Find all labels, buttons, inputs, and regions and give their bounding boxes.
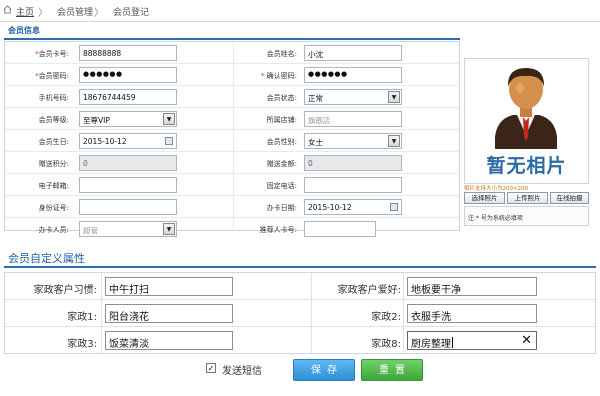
form-row: 电子邮箱: 固定电话: <box>5 174 459 196</box>
custom-attributes-title: 会员自定义属性 <box>8 252 85 265</box>
reset-button[interactable]: 重置 <box>361 359 423 381</box>
member-info-title: 会员信息 <box>8 26 40 35</box>
confirm-password-label: * 确认密码: <box>260 72 297 80</box>
close-icon[interactable]: ✕ <box>521 333 532 348</box>
chevron-down-icon: ▼ <box>163 113 175 125</box>
chevron-down-icon: ▼ <box>388 91 400 103</box>
bonus-points-label: 赠送积分: <box>38 160 69 168</box>
avatar-placeholder-icon <box>495 68 557 149</box>
custom-label: 家政客户爱好: <box>337 285 401 296</box>
form-row: 办卡人员: 超管 ▼ 推荐人卡号: <box>5 218 459 240</box>
id-number-label: 身份证号: <box>38 204 69 212</box>
breadcrumb-member-register: 会员登记 <box>113 8 150 18</box>
card-date-label: 办卡日期: <box>266 204 297 212</box>
custom-housekeeping1-input[interactable]: 阳台浇花 <box>105 304 233 323</box>
chevron-down-icon: ▼ <box>388 135 400 147</box>
custom-label: 家政客户习惯: <box>33 285 97 296</box>
card-date-input[interactable]: 2015-10-12 <box>304 199 402 215</box>
password-input[interactable]: ●●●●●● <box>79 67 177 83</box>
home-icon <box>3 5 12 14</box>
id-number-input[interactable] <box>79 199 177 215</box>
section-divider <box>4 266 596 268</box>
member-level-select[interactable]: 至尊VIP ▼ <box>79 111 177 127</box>
card-number-label: *会员卡号: <box>35 50 69 58</box>
calendar-icon[interactable] <box>165 137 173 145</box>
custom-row: 家政1: 阳台浇花 家政2: 衣服手洗 <box>5 300 595 327</box>
custom-label: 家政8: <box>371 339 401 350</box>
form-row: 赠送积分: 0 赠送金额: 0 <box>5 152 459 174</box>
breadcrumb-home[interactable]: 主页 <box>16 5 34 18</box>
email-label: 电子邮箱: <box>38 182 69 190</box>
store-label: 所属店铺: <box>266 116 297 124</box>
custom-label: 家政2: <box>371 312 401 323</box>
member-name-input[interactable]: 小沈 <box>304 45 402 61</box>
birthday-label: 会员生日: <box>38 138 69 146</box>
member-level-label: 会员等级: <box>38 116 69 124</box>
bonus-amount-input: 0 <box>304 155 402 171</box>
password-label: *会员密码: <box>35 72 69 80</box>
referrer-input[interactable] <box>304 221 376 237</box>
no-photo-label: 暂无相片 <box>486 155 567 177</box>
breadcrumb-separator: 〉 <box>94 8 104 19</box>
gender-label: 会员性别: <box>266 138 297 146</box>
bonus-amount-label: 赠送金额: <box>266 160 297 168</box>
photo-size-note: 相片支持大小为200×200 <box>464 186 529 192</box>
breadcrumb: 主页 〉 会员管理 〉 会员登记 <box>0 0 600 22</box>
section-divider <box>4 38 460 40</box>
email-input[interactable] <box>79 177 177 193</box>
form-row: *会员密码: ●●●●●● * 确认密码: ●●●●●● <box>5 64 459 86</box>
select-photo-button[interactable]: 选择照片 <box>464 192 505 204</box>
upload-photo-button[interactable]: 上传照片 <box>507 192 548 204</box>
camera-capture-button[interactable]: 在线拍摄 <box>550 192 589 204</box>
member-photo: 暂无相片 <box>464 58 589 184</box>
custom-housekeeping8-input[interactable]: 厨房整理 ✕ <box>407 331 537 350</box>
custom-housekeeping3-input[interactable]: 饭菜清淡 <box>105 331 233 350</box>
phone-input[interactable]: 18676744459 <box>79 89 177 105</box>
text-caret <box>452 337 453 348</box>
chevron-down-icon: ▼ <box>163 223 175 235</box>
member-status-label: 会员状态: <box>266 94 297 102</box>
birthday-date-input[interactable]: 2015-10-12 <box>79 133 177 149</box>
store-input[interactable]: 旗舰店 <box>304 111 402 127</box>
save-button[interactable]: 保存 <box>293 359 355 381</box>
phone-label: 手机号码: <box>38 94 69 102</box>
custom-habit-input[interactable]: 中午打扫 <box>105 277 233 296</box>
member-status-select[interactable]: 正常 ▼ <box>304 89 402 105</box>
custom-row: 家政3: 饭菜清淡 家政8: 厨房整理 ✕ <box>5 327 595 354</box>
form-row: 会员生日: 2015-10-12 会员性别: 女士 ▼ <box>5 130 459 152</box>
landline-input[interactable] <box>304 177 402 193</box>
referrer-label: 推荐人卡号: <box>259 226 297 234</box>
calendar-icon[interactable] <box>390 203 398 211</box>
required-field-note: 注:* 号为系统必填项 <box>464 206 589 226</box>
confirm-password-input[interactable]: ●●●●●● <box>304 67 402 83</box>
form-row: 手机号码: 18676744459 会员状态: 正常 ▼ <box>5 86 459 108</box>
send-sms-label: 发送短信 <box>222 366 262 377</box>
form-row: 身份证号: 办卡日期: 2015-10-12 <box>5 196 459 218</box>
custom-label: 家政1: <box>67 312 97 323</box>
gender-select[interactable]: 女士 ▼ <box>304 133 402 149</box>
breadcrumb-separator: 〉 <box>38 8 48 19</box>
custom-row: 家政客户习惯: 中午打扫 家政客户爱好: 地板要干净 <box>5 273 595 300</box>
member-name-label: 会员姓名: <box>266 50 297 58</box>
custom-hobby-input[interactable]: 地板要干净 <box>407 277 537 296</box>
landline-label: 固定电话: <box>266 182 297 190</box>
breadcrumb-member-management[interactable]: 会员管理 <box>57 5 93 18</box>
staff-label: 办卡人员: <box>38 226 69 234</box>
custom-housekeeping2-input[interactable]: 衣服手洗 <box>407 304 537 323</box>
custom-attributes-table: 家政客户习惯: 中午打扫 家政客户爱好: 地板要干净 家政1: 阳台浇花 家政2… <box>4 272 596 354</box>
staff-select[interactable]: 超管 ▼ <box>79 221 177 237</box>
custom-label: 家政3: <box>67 339 97 350</box>
form-row: 会员等级: 至尊VIP ▼ 所属店铺: 旗舰店 <box>5 108 459 130</box>
form-row: *会员卡号: 88888888 会员姓名: 小沈 <box>5 42 459 64</box>
card-number-input[interactable]: 88888888 <box>79 45 177 61</box>
send-sms-checkbox[interactable]: ✓ <box>206 363 216 373</box>
bonus-points-input: 0 <box>79 155 177 171</box>
member-info-form: *会员卡号: 88888888 会员姓名: 小沈 *会员密码: ●●●●●● *… <box>4 41 460 237</box>
